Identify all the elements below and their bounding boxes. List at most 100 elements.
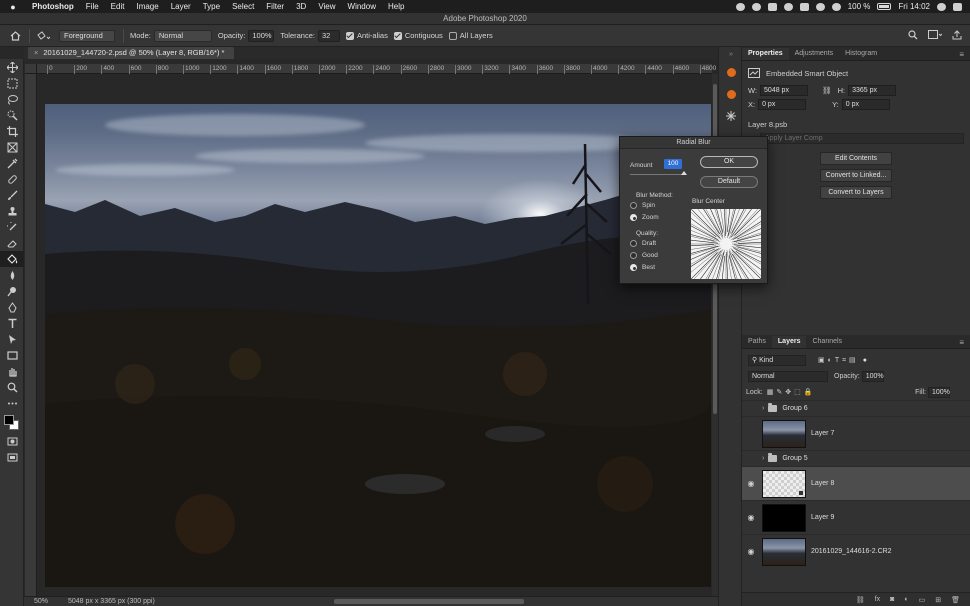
- antialias-checkbox[interactable]: [345, 31, 354, 40]
- menu-view[interactable]: View: [312, 2, 341, 11]
- apple-menu-icon[interactable]: ●: [0, 2, 26, 12]
- more-tools-icon[interactable]: [0, 395, 24, 411]
- expand-group-icon[interactable]: ›: [762, 405, 764, 412]
- crop-tool-icon[interactable]: [0, 123, 24, 139]
- libraries-panel-icon[interactable]: [719, 105, 743, 127]
- slider-knob[interactable]: [681, 171, 687, 175]
- healing-brush-tool-icon[interactable]: [0, 171, 24, 187]
- rectangle-tool-icon[interactable]: [0, 347, 24, 363]
- blur-center-preview[interactable]: [691, 209, 761, 279]
- ruler-origin[interactable]: [25, 64, 37, 74]
- tab-channels[interactable]: Channels: [806, 336, 848, 348]
- move-tool-icon[interactable]: [0, 59, 24, 75]
- zoom-tool-icon[interactable]: [0, 379, 24, 395]
- new-group-icon[interactable]: ▭: [919, 596, 926, 604]
- ok-button[interactable]: OK: [700, 156, 758, 168]
- blur-tool-icon[interactable]: [0, 267, 24, 283]
- history-brush-tool-icon[interactable]: [0, 219, 24, 235]
- vertical-ruler[interactable]: [25, 74, 37, 596]
- tab-adjustments[interactable]: Adjustments: [789, 48, 840, 60]
- link-layers-icon[interactable]: ⛓: [856, 596, 865, 604]
- edit-contents-button[interactable]: Edit Contents: [820, 152, 892, 165]
- radio-button[interactable]: [630, 252, 637, 259]
- menu-file[interactable]: File: [80, 2, 105, 11]
- horizontal-scrollbar[interactable]: [334, 599, 524, 604]
- contiguous-checkbox[interactable]: [393, 31, 402, 40]
- layer-row-background[interactable]: ◉ 20161029_144616-2.CR2: [742, 534, 970, 568]
- tab-layers[interactable]: Layers: [771, 336, 807, 348]
- clock[interactable]: Fri 14:02: [898, 2, 930, 11]
- eraser-tool-icon[interactable]: [0, 235, 24, 251]
- menu-window[interactable]: Window: [342, 2, 382, 11]
- menu-layer[interactable]: Layer: [165, 2, 197, 11]
- menu-filter[interactable]: Filter: [260, 2, 290, 11]
- workspace-icon[interactable]: [928, 29, 943, 42]
- y-field[interactable]: 0 px: [841, 98, 890, 110]
- panel-menu-icon[interactable]: ≡: [959, 50, 964, 59]
- layer-row-layer-7[interactable]: Layer 7: [742, 416, 970, 450]
- method-spin-radio[interactable]: Spin: [630, 202, 655, 209]
- layer-row-group-5[interactable]: › Group 5: [742, 450, 970, 466]
- dodge-tool-icon[interactable]: [0, 283, 24, 299]
- adjustment-layer-icon[interactable]: ◐: [904, 596, 908, 603]
- layer-filter-icons[interactable]: ▣◐T⌗▤: [818, 356, 859, 365]
- radio-button[interactable]: [630, 214, 637, 221]
- eye-icon[interactable]: ◉: [742, 479, 760, 488]
- tab-histogram[interactable]: Histogram: [839, 48, 883, 60]
- method-zoom-radio[interactable]: Zoom: [630, 214, 659, 221]
- frame-tool-icon[interactable]: [0, 139, 24, 155]
- foreground-color-swatch[interactable]: [4, 415, 14, 425]
- home-icon[interactable]: [10, 30, 21, 41]
- app-icon[interactable]: [799, 2, 809, 11]
- menu-photoshop[interactable]: Photoshop: [26, 2, 80, 11]
- menu-select[interactable]: Select: [226, 2, 260, 11]
- layers-menu-icon[interactable]: ≡: [959, 338, 964, 347]
- paint-bucket-preset-icon[interactable]: [36, 30, 50, 41]
- delete-layer-icon[interactable]: 🗑: [951, 596, 960, 604]
- document-tab[interactable]: × 20161029_144720-2.psd @ 50% (Layer 8, R…: [28, 47, 235, 59]
- path-selection-tool-icon[interactable]: [0, 331, 24, 347]
- fill-field[interactable]: 100%: [928, 386, 950, 398]
- wifi-icon[interactable]: [831, 2, 841, 11]
- radio-button[interactable]: [630, 202, 637, 209]
- blend-mode-select[interactable]: Normal: [748, 370, 828, 382]
- eyedropper-tool-icon[interactable]: [0, 155, 24, 171]
- layer-row-group-6[interactable]: › Group 6: [742, 400, 970, 416]
- menu-type[interactable]: Type: [197, 2, 226, 11]
- filter-toggle-icon[interactable]: ●: [863, 357, 867, 364]
- battery-icon[interactable]: [877, 3, 892, 10]
- document-image[interactable]: [45, 104, 711, 587]
- cloud-icon[interactable]: [751, 2, 761, 11]
- document-info[interactable]: 5048 px x 3365 px (300 ppi): [68, 598, 155, 605]
- mode-select[interactable]: Normal: [153, 29, 212, 42]
- eye-icon[interactable]: ◉: [742, 547, 760, 556]
- quick-selection-tool-icon[interactable]: [0, 107, 24, 123]
- horizontal-ruler[interactable]: 0 200 400 600 800 1000 1200 1400 1600 1800 2000 220…: [37, 64, 716, 74]
- tab-properties[interactable]: Properties: [742, 48, 789, 60]
- layer-row-layer-8[interactable]: ◉ Layer 8: [742, 466, 970, 500]
- brush-tool-icon[interactable]: [0, 187, 24, 203]
- quality-draft-radio[interactable]: Draft: [630, 240, 656, 247]
- bluetooth-icon[interactable]: [815, 2, 825, 11]
- x-field[interactable]: 0 px: [758, 98, 807, 110]
- notification-center-icon[interactable]: [953, 2, 962, 11]
- lasso-tool-icon[interactable]: [0, 91, 24, 107]
- color-swatches[interactable]: [0, 411, 23, 433]
- paint-bucket-tool-icon[interactable]: [0, 251, 24, 267]
- convert-to-layers-button[interactable]: Convert to Layers: [820, 186, 892, 199]
- quality-best-radio[interactable]: Best: [630, 264, 655, 271]
- canvas-area[interactable]: [37, 74, 712, 596]
- quality-good-radio[interactable]: Good: [630, 252, 658, 259]
- add-style-button[interactable]: fx: [875, 596, 880, 603]
- type-tool-icon[interactable]: [0, 315, 24, 331]
- lock-icons[interactable]: ▦✎✥⬚🔒: [767, 388, 816, 396]
- share-icon[interactable]: [952, 29, 962, 42]
- link-icon[interactable]: ⛓: [822, 86, 832, 95]
- creative-cloud-icon[interactable]: [735, 2, 745, 11]
- radio-button[interactable]: [630, 264, 637, 271]
- screen-mode-icon[interactable]: [0, 449, 24, 465]
- marquee-tool-icon[interactable]: [0, 75, 24, 91]
- layer-opacity-field[interactable]: 100%: [861, 370, 884, 382]
- search-icon[interactable]: [908, 29, 918, 42]
- amount-field[interactable]: 100: [664, 159, 682, 169]
